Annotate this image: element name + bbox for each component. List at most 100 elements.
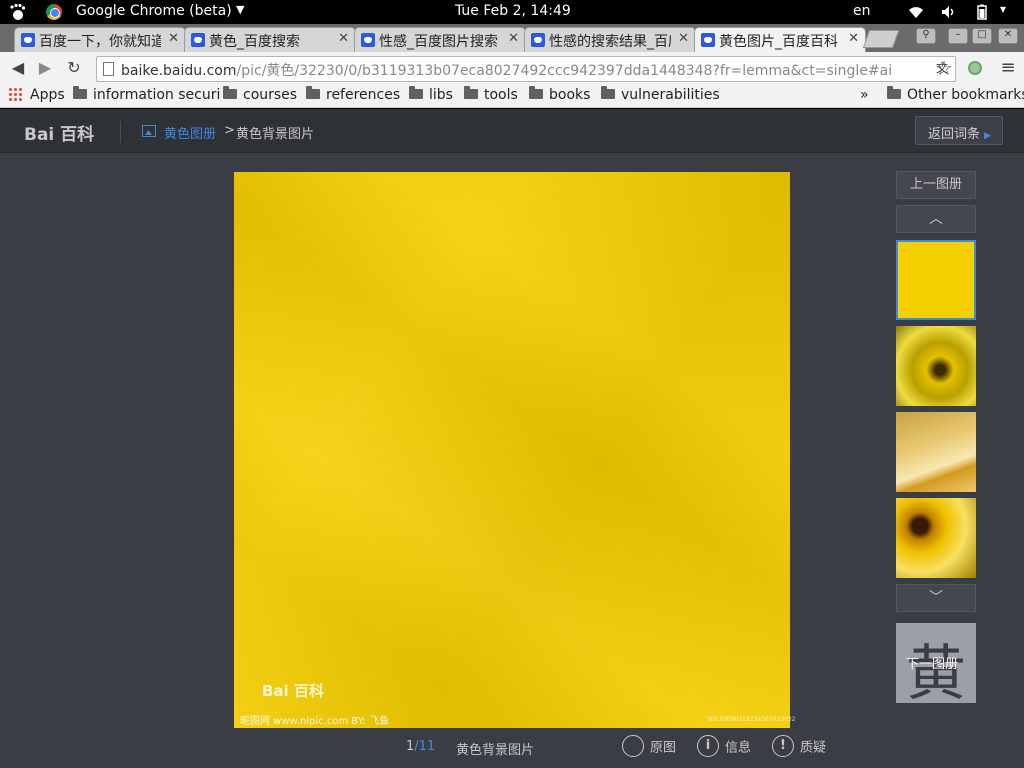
folder-icon <box>464 86 478 99</box>
info-icon: i <box>697 735 719 757</box>
address-bar[interactable]: baike.baidu.com/pic/黄色/32230/0/b3119313b… <box>96 56 956 82</box>
back-to-entry-label: 返回词条 <box>928 127 981 142</box>
bookmark-label: vulnerabilities <box>621 87 720 103</box>
thumbnail-yellow-flower[interactable] <box>896 326 976 406</box>
close-window-button[interactable]: ✕ <box>998 28 1018 44</box>
folder-icon <box>887 86 901 99</box>
system-top-bar: Google Chrome (beta) ▼ Tue Feb 2, 14:49 … <box>0 0 1024 24</box>
bookmark-label: tools <box>484 87 518 103</box>
back-arrow-icon[interactable]: ◀ <box>8 58 28 78</box>
power-menu-icon[interactable]: ▾ <box>1000 2 1016 18</box>
album-icon <box>142 125 156 137</box>
baidu-paw-icon <box>361 33 375 47</box>
gnome-foot-icon[interactable] <box>8 3 26 21</box>
chevron-down-icon[interactable]: ▼ <box>236 3 244 16</box>
extension-icon[interactable] <box>968 61 982 75</box>
tab-baidu-home[interactable]: 百度一下，你就知道 ✕ <box>14 27 186 52</box>
page-header: Bai 百科 黄色图册 > 黄色背景图片 返回词条 ▶ <box>0 109 1024 153</box>
wifi-icon[interactable] <box>908 4 924 20</box>
thumbnail-yellow-paper[interactable] <box>896 240 976 320</box>
bookmark-star-icon[interactable]: ☆ <box>934 58 954 78</box>
clock[interactable]: Tue Feb 2, 14:49 <box>455 3 571 19</box>
baidu-paw-icon <box>531 33 545 47</box>
bookmark-folder[interactable]: libs <box>409 86 453 103</box>
thumbnail-gold-abstract[interactable] <box>896 412 976 492</box>
report-button[interactable]: ! 质疑 <box>772 735 826 757</box>
bookmarks-bar: Apps information securi courses referenc… <box>0 84 1024 108</box>
bookmark-label: courses <box>243 87 298 103</box>
close-icon[interactable]: ✕ <box>338 31 349 46</box>
app-menu-label[interactable]: Google Chrome (beta) <box>76 3 232 19</box>
close-icon[interactable]: ✕ <box>168 31 179 46</box>
chevron-down-icon[interactable]: ﹀ <box>896 584 976 612</box>
prev-album-button[interactable]: 上一图册 <box>896 171 976 199</box>
tab-yellow-search[interactable]: 黄色_百度搜索 ✕ <box>184 27 356 52</box>
input-language[interactable]: en <box>853 3 871 19</box>
tab-title: 性感_百度图片搜索 <box>379 34 498 50</box>
close-icon[interactable]: ✕ <box>848 31 859 46</box>
baidu-baike-logo[interactable]: Bai 百科 <box>24 120 94 145</box>
chevron-right-icon: ▶ <box>984 131 991 141</box>
breadcrumb-separator: > <box>224 123 235 138</box>
bookmark-apps[interactable]: Apps <box>8 87 65 103</box>
tab-image-search[interactable]: 性感_百度图片搜索 ✕ <box>354 27 526 52</box>
chevron-up-icon[interactable]: ︿ <box>896 205 976 233</box>
bookmark-label: information securi <box>93 87 221 103</box>
main-image-yellow-background[interactable]: Bai 百科 昵图网 www.nipic.com BY: 飞鱼 NO:20090… <box>234 172 795 728</box>
tab-title: 百度一下，你就知道 <box>39 34 161 50</box>
image-pager: 1/11 <box>406 739 435 754</box>
breadcrumb-current: 黄色背景图片 <box>236 127 315 142</box>
bookmarks-overflow-chevron[interactable]: » <box>860 87 869 103</box>
baidu-paw-icon <box>21 33 35 47</box>
baike-image-viewer: Bai 百科 黄色图册 > 黄色背景图片 返回词条 ▶ Bai 百科 昵图网 ww… <box>0 109 1024 768</box>
reload-icon[interactable]: ↻ <box>64 58 84 78</box>
page-icon <box>103 62 114 76</box>
image-code-watermark: NO:20090718234567010032 <box>708 716 796 723</box>
folder-icon <box>306 86 320 99</box>
exclamation-icon: ! <box>772 735 794 757</box>
bookmark-label: books <box>549 87 591 103</box>
back-to-entry-button[interactable]: 返回词条 ▶ <box>915 116 1003 145</box>
bookmark-other[interactable]: Other bookmarks <box>887 86 1024 103</box>
apps-grid-icon <box>8 87 22 101</box>
original-image-button[interactable]: 原图 <box>622 735 676 757</box>
baidu-paw-icon <box>191 33 205 47</box>
close-icon[interactable]: ✕ <box>508 31 519 46</box>
baidu-paw-icon <box>701 33 715 47</box>
bookmark-folder[interactable]: information securi <box>73 86 221 103</box>
maximize-button[interactable]: □ <box>972 28 992 44</box>
bookmark-folder[interactable]: references <box>306 86 401 103</box>
bookmark-folder[interactable]: courses <box>223 86 298 103</box>
close-icon[interactable]: ✕ <box>678 31 689 46</box>
profile-icon[interactable]: ⚲ <box>916 28 936 44</box>
minimize-button[interactable]: – <box>948 28 968 44</box>
bookmark-label: libs <box>429 87 453 103</box>
url-path: /pic/黄色/32230/0/b3119313b07eca8027492ccc… <box>236 63 893 79</box>
tab-title: 黄色_百度搜索 <box>209 34 300 50</box>
bookmark-folder[interactable]: vulnerabilities <box>601 86 720 103</box>
thumbnail-sunflower[interactable] <box>896 498 976 578</box>
menu-icon[interactable]: ≡ <box>998 58 1018 78</box>
next-album-button[interactable]: 黄 下一图册 <box>896 623 976 709</box>
url-host: baike.baidu.com <box>121 63 237 79</box>
nipic-watermark: 昵图网 www.nipic.com BY: 飞鱼 <box>240 716 390 727</box>
forward-arrow-icon[interactable]: ▶ <box>35 58 55 78</box>
volume-icon[interactable] <box>940 4 956 20</box>
bookmark-folder[interactable]: tools <box>464 86 518 103</box>
tool-label: 原图 <box>650 740 677 756</box>
browser-toolbar: ◀ ▶ ↻ baike.baidu.com/pic/黄色/32230/0/b31… <box>0 52 1024 84</box>
info-button[interactable]: i 信息 <box>697 735 751 757</box>
image-caption: 黄色背景图片 <box>456 743 535 758</box>
folder-icon <box>73 86 87 99</box>
folder-icon <box>529 86 543 99</box>
tab-search-results[interactable]: 性感的搜索结果_百度 ✕ <box>524 27 696 52</box>
baike-watermark: Bai 百科 <box>262 682 324 700</box>
bookmark-label: references <box>326 87 401 103</box>
battery-icon[interactable] <box>974 4 990 20</box>
folder-icon <box>601 86 615 99</box>
breadcrumb-album-link[interactable]: 黄色图册 <box>164 123 216 142</box>
magnifier-icon <box>622 735 644 757</box>
tab-yellow-images[interactable]: 黄色图片_百度百科 ✕ <box>694 27 866 52</box>
bookmark-folder[interactable]: books <box>529 86 591 103</box>
bookmark-label: Other bookmarks <box>907 87 1024 103</box>
